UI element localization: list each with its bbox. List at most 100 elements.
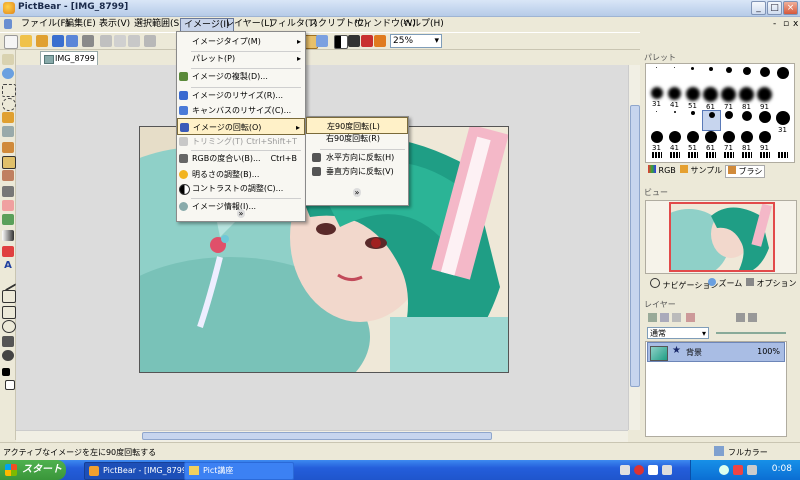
- move-down-icon[interactable]: [748, 313, 757, 322]
- menu-view[interactable]: 表示(V): [96, 18, 133, 31]
- opacity-slider[interactable]: [716, 332, 786, 334]
- brush-preset[interactable]: 41: [666, 86, 683, 109]
- blend-mode-select[interactable]: 通常 ▾: [647, 327, 709, 339]
- tab-brush[interactable]: ブラシ: [725, 165, 766, 178]
- brush-preset[interactable]: 81: [738, 86, 755, 111]
- menu-item-image-type[interactable]: イメージタイプ(M) ▸: [177, 33, 305, 50]
- fit-icon[interactable]: [374, 35, 386, 47]
- brush-preset[interactable]: [684, 150, 701, 162]
- submenu-expand-button[interactable]: »: [306, 187, 408, 199]
- open-folder-icon[interactable]: [36, 35, 48, 47]
- brush-preset[interactable]: 31: [774, 110, 791, 134]
- move-up-icon[interactable]: [736, 313, 745, 322]
- brush-preset[interactable]: [702, 66, 719, 85]
- brush-preset[interactable]: [648, 110, 665, 129]
- navigator-preview[interactable]: [669, 202, 775, 272]
- ime-mode-icon[interactable]: [634, 465, 644, 475]
- copy-icon[interactable]: [114, 35, 126, 47]
- brush-preset[interactable]: [684, 66, 701, 85]
- brush-preset[interactable]: [774, 150, 791, 162]
- menu-help[interactable]: ヘルプ(H): [400, 18, 447, 31]
- brush-preset[interactable]: 71: [720, 130, 737, 152]
- menu-item-flip-vertical[interactable]: 垂直方向に反転(V): [306, 163, 408, 180]
- paste-icon[interactable]: [128, 35, 140, 47]
- layer-property-icon[interactable]: [686, 313, 695, 322]
- close-button[interactable]: ×: [783, 1, 798, 15]
- ellipse-select-icon[interactable]: [2, 98, 16, 111]
- maximize-button[interactable]: □: [767, 1, 782, 15]
- foreground-color-icon[interactable]: [2, 368, 10, 376]
- curve-icon[interactable]: [2, 290, 16, 303]
- brush-preset[interactable]: [738, 150, 755, 162]
- brush-preset[interactable]: [702, 110, 721, 131]
- stamp-icon[interactable]: [2, 186, 14, 197]
- brush-preset[interactable]: 51: [684, 130, 701, 152]
- input-mode-icon[interactable]: [648, 465, 658, 475]
- brush-preset[interactable]: [720, 110, 737, 129]
- brush-preset[interactable]: [720, 66, 737, 85]
- menu-item-duplicate[interactable]: イメージの複製(D)...: [177, 68, 305, 85]
- mask-mode-icon[interactable]: [334, 35, 348, 49]
- gradient-icon[interactable]: [2, 230, 14, 241]
- brush-preset[interactable]: 41: [666, 130, 683, 152]
- duplicate-layer-icon[interactable]: [660, 313, 669, 322]
- doc-icon[interactable]: [4, 19, 12, 29]
- hand-tool-icon[interactable]: [2, 54, 14, 65]
- menu-item-rotate-right[interactable]: 右90度回転(R): [306, 130, 408, 147]
- line-icon[interactable]: [0, 273, 17, 292]
- document-tab[interactable]: IMG_8799: [40, 51, 98, 65]
- pencil-icon[interactable]: [2, 156, 16, 169]
- brush-preset[interactable]: [648, 150, 665, 162]
- tray-icon[interactable]: [719, 465, 729, 475]
- brush-preset[interactable]: [756, 110, 773, 129]
- brush-preset[interactable]: 71: [720, 86, 737, 111]
- brush-preset[interactable]: 51: [684, 86, 701, 110]
- brush-preset[interactable]: [666, 150, 683, 162]
- horizontal-scroll-thumb[interactable]: [142, 432, 492, 440]
- undo-icon[interactable]: [144, 35, 156, 47]
- brush-preset[interactable]: [684, 110, 701, 129]
- brush-preset[interactable]: [774, 66, 791, 85]
- vertical-scroll-thumb[interactable]: [630, 105, 640, 387]
- shape-fill-icon[interactable]: [2, 350, 14, 361]
- airbrush-icon[interactable]: [2, 170, 14, 181]
- language-bar[interactable]: [620, 462, 686, 478]
- brush-preset[interactable]: [756, 66, 773, 85]
- tab-zoom[interactable]: ズーム: [708, 278, 742, 289]
- rectangle-icon[interactable]: [2, 306, 16, 319]
- menu-edit[interactable]: 編集(E): [62, 18, 99, 31]
- brush-preset[interactable]: [756, 150, 773, 162]
- menu-item-palette[interactable]: パレット(P) ▸: [177, 50, 305, 67]
- dropper-icon[interactable]: [2, 246, 14, 257]
- delete-layer-icon[interactable]: [672, 313, 681, 322]
- start-button[interactable]: スタート: [0, 460, 66, 480]
- brush-preset[interactable]: 61: [702, 86, 719, 111]
- print-icon[interactable]: [82, 35, 94, 47]
- new-layer-icon[interactable]: [648, 313, 657, 322]
- task-folder[interactable]: Pict講座: [184, 462, 294, 480]
- menu-item-contrast[interactable]: コントラストの調整(C)...: [177, 180, 305, 197]
- menu-select[interactable]: 選択範囲(S): [131, 18, 186, 31]
- brush-preset[interactable]: [648, 66, 665, 85]
- grid-icon[interactable]: [316, 35, 328, 47]
- background-color-icon[interactable]: [5, 380, 15, 390]
- brush-preset[interactable]: [720, 150, 737, 162]
- brush-icon[interactable]: [2, 142, 14, 153]
- mdi-min-button[interactable]: -: [770, 18, 779, 31]
- save-icon[interactable]: [52, 35, 64, 47]
- brush-preset[interactable]: 31: [648, 130, 665, 152]
- brush-preset[interactable]: 91: [756, 86, 773, 111]
- vertical-scrollbar[interactable]: [628, 65, 640, 430]
- minimize-button[interactable]: _: [751, 1, 766, 15]
- brush-preset[interactable]: 61: [702, 130, 719, 152]
- menu-expand-button[interactable]: »: [177, 209, 305, 219]
- fill-icon[interactable]: [2, 214, 14, 225]
- layer-row[interactable]: ★ 背景 100%: [647, 342, 785, 362]
- lasso-icon[interactable]: [2, 112, 14, 123]
- brush-preset[interactable]: 31: [648, 86, 665, 108]
- save-as-icon[interactable]: [66, 35, 78, 47]
- mdi-close-button[interactable]: x: [790, 18, 800, 31]
- menu-item-trim[interactable]: トリミング(T) Ctrl+Shift+T: [177, 133, 305, 150]
- zoom-select[interactable]: 25% ▾: [390, 34, 442, 48]
- brush-preset[interactable]: 81: [738, 130, 755, 152]
